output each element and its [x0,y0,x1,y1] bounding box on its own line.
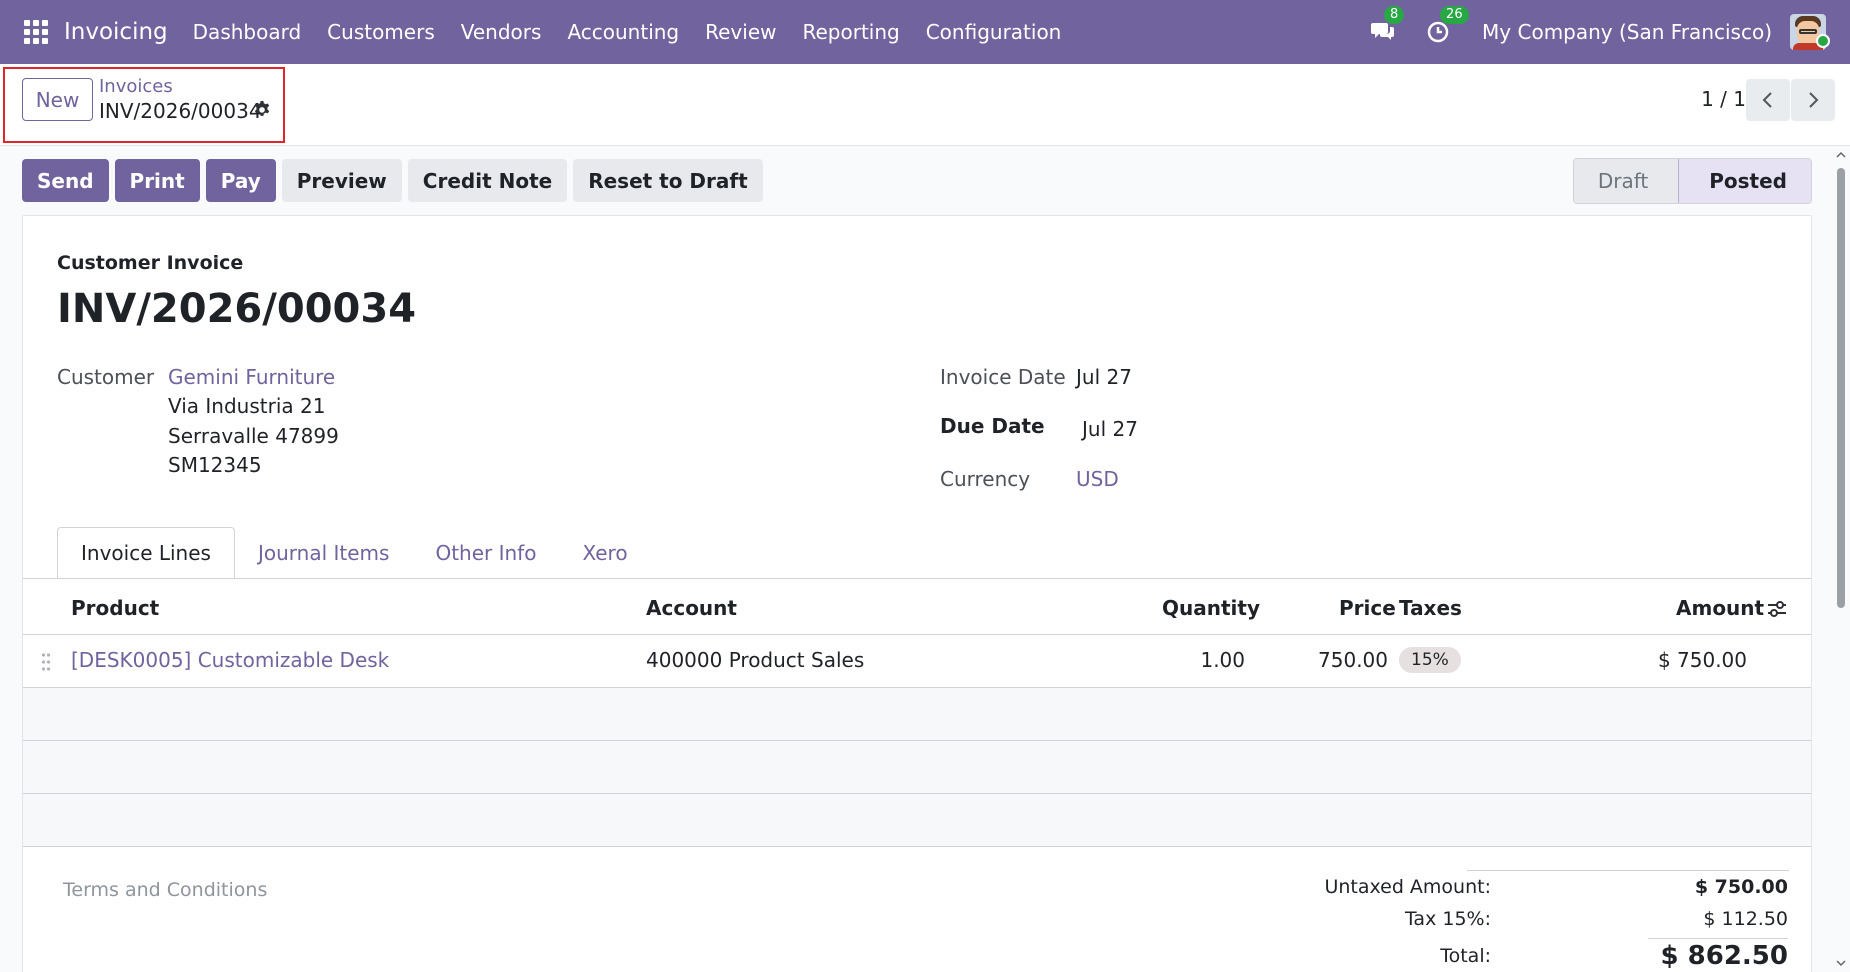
terms-and-conditions-field[interactable]: Terms and Conditions [63,879,267,901]
line-amount: $ 750.00 [1657,648,1747,672]
scroll-down-icon[interactable] [1836,958,1846,968]
drag-handle-icon[interactable] [41,652,51,672]
main-menu: Dashboard Customers Vendors Accounting R… [180,20,1075,44]
pager-previous-button[interactable] [1746,79,1790,121]
tabs-divider [23,578,1811,579]
activities-icon[interactable]: 26 [1426,6,1469,46]
due-date-field[interactable]: Jul 27 [1082,417,1138,441]
chevron-right-icon [1809,92,1819,108]
print-button[interactable]: Print [114,159,200,202]
tab-other-info[interactable]: Other Info [412,527,559,579]
total-label: Total: [1440,945,1491,967]
invoice-number: INV/2026/00034 [57,286,417,332]
tax-label: Tax 15%: [1404,908,1491,930]
column-header-quantity[interactable]: Quantity [1162,596,1260,620]
column-header-amount[interactable]: Amount [1676,596,1764,620]
menu-item-customers[interactable]: Customers [314,20,448,44]
customer-label: Customer [57,365,155,389]
gear-icon[interactable] [252,100,272,120]
column-header-product[interactable]: Product [71,596,159,620]
reset-to-draft-button[interactable]: Reset to Draft [573,159,763,202]
menu-item-reporting[interactable]: Reporting [789,20,912,44]
menu-item-review[interactable]: Review [692,20,789,44]
column-header-price[interactable]: Price [1339,596,1396,620]
line-account[interactable]: 400000 Product Sales [646,648,864,672]
scroll-up-icon[interactable] [1836,150,1846,160]
tab-xero[interactable]: Xero [559,527,650,579]
app-name[interactable]: Invoicing [64,19,168,45]
menu-item-vendors[interactable]: Vendors [448,20,555,44]
preview-button[interactable]: Preview [281,159,402,202]
menu-item-accounting[interactable]: Accounting [554,20,692,44]
total-value: $ 862.50 [1648,938,1788,971]
customer-address-code: SM12345 [168,453,262,477]
customer-link[interactable]: Gemini Furniture [168,365,335,389]
chevron-left-icon [1762,92,1772,108]
online-status-indicator [1816,34,1830,48]
column-header-taxes[interactable]: Taxes [1399,596,1462,620]
pay-button[interactable]: Pay [205,159,276,202]
menu-item-dashboard[interactable]: Dashboard [180,20,315,44]
tax-value: $ 112.50 [1703,908,1788,930]
messages-icon[interactable]: 8 [1370,6,1405,46]
due-date-label: Due Date [940,414,1045,438]
line-price[interactable]: 750.00 [1318,648,1388,672]
untaxed-amount-label: Untaxed Amount: [1324,876,1491,898]
messages-badge: 8 [1384,6,1405,24]
empty-row[interactable] [23,741,1811,794]
tab-invoice-lines[interactable]: Invoice Lines [57,527,235,579]
navbar-right: 8 26 My Company (San Francisco) [1370,0,1850,64]
currency-link[interactable]: USD [1076,467,1119,491]
untaxed-amount-value: $ 750.00 [1694,876,1788,898]
pager-value[interactable]: 1 / 1 [1701,87,1746,111]
top-navbar: Invoicing Dashboard Customers Vendors Ac… [0,0,1850,64]
column-header-account[interactable]: Account [646,596,737,620]
empty-row[interactable] [23,688,1811,741]
line-product[interactable]: [DESK0005] Customizable Desk [71,648,389,672]
currency-label: Currency [940,467,1031,491]
activities-badge: 26 [1440,6,1469,24]
table-row[interactable]: [DESK0005] Customizable Desk 400000 Prod… [23,635,1811,688]
stage-draft[interactable]: Draft [1573,159,1679,203]
stage-posted[interactable]: Posted [1678,159,1811,203]
page-scrollbar[interactable] [1834,146,1848,972]
customer-address-city: Serravalle 47899 [168,424,339,448]
line-tax-tag[interactable]: 15% [1399,647,1461,673]
apps-grid-icon[interactable] [24,20,48,44]
control-panel: New Invoices INV/2026/00034 1 / 1 [0,64,1850,146]
tab-journal-items[interactable]: Journal Items [235,527,412,579]
breadcrumb-invoices[interactable]: Invoices [99,76,173,97]
invoice-date-field[interactable]: Jul 27 [1076,365,1132,389]
line-quantity[interactable]: 1.00 [1200,648,1245,672]
pager-next-button[interactable] [1791,79,1835,121]
customer-address-street: Via Industria 21 [168,394,326,418]
empty-row[interactable] [23,794,1811,847]
scrollbar-thumb[interactable] [1837,168,1845,608]
company-switcher[interactable]: My Company (San Francisco) [1482,20,1772,44]
new-button[interactable]: New [22,78,93,121]
totals-divider [1467,870,1789,871]
send-button[interactable]: Send [22,159,109,202]
optional-columns-icon[interactable] [1766,598,1788,620]
invoice-date-label: Invoice Date [940,365,1066,389]
notebook-tabs: Invoice Lines Journal Items Other Info X… [57,527,651,579]
status-bar: Draft Posted [1572,158,1812,204]
document-type: Customer Invoice [57,252,244,274]
action-bar: Send Print Pay Preview Credit Note Reset… [22,159,763,202]
menu-item-configuration[interactable]: Configuration [913,20,1075,44]
breadcrumb-current: INV/2026/00034 [99,99,262,123]
invoice-sheet: Customer Invoice INV/2026/00034 Customer… [22,215,1812,972]
credit-note-button[interactable]: Credit Note [407,159,568,202]
